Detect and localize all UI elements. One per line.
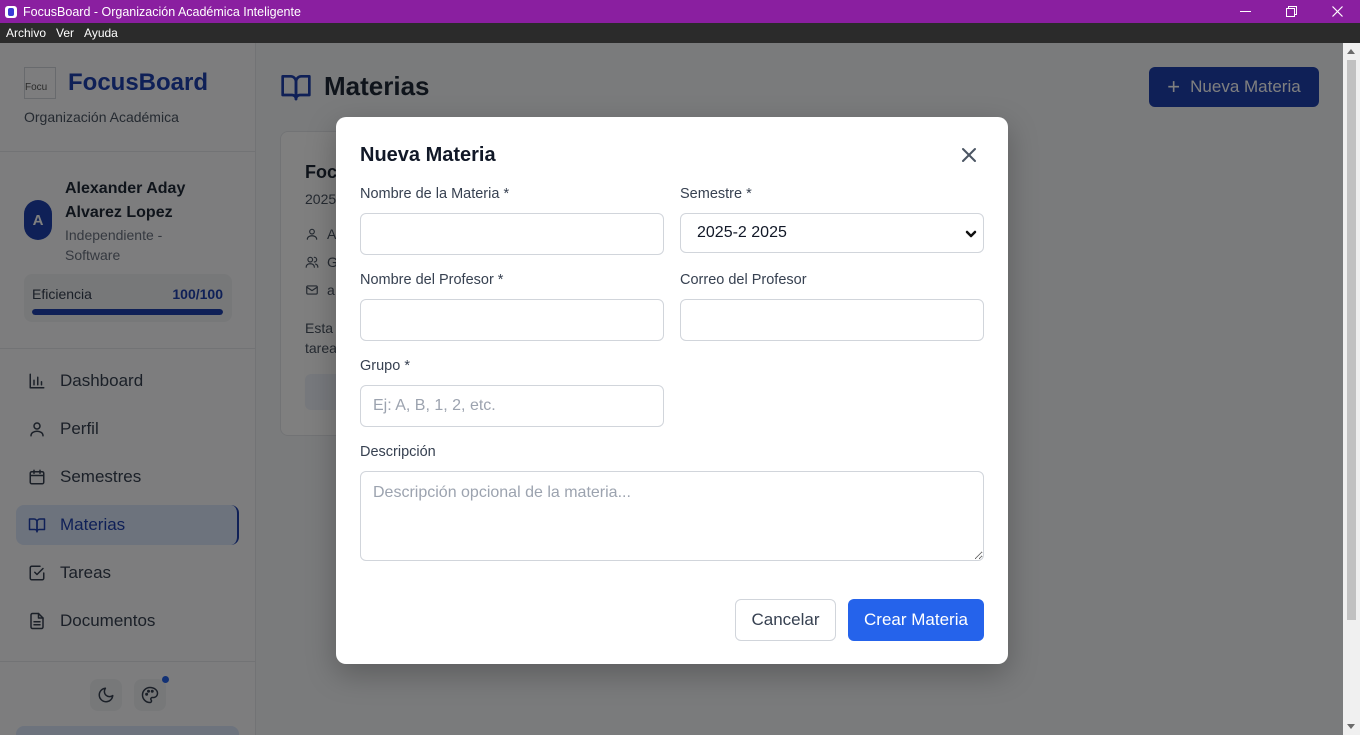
professor-email-label: Correo del Profesor [680, 272, 807, 288]
app-icon [5, 5, 17, 18]
minimize-icon [1239, 11, 1251, 12]
scrollbar-thumb[interactable] [1347, 60, 1356, 620]
scroll-down-arrow-icon[interactable] [1347, 724, 1355, 729]
window-title-bar: FocusBoard - Organización Académica Inte… [0, 0, 1360, 23]
description-textarea[interactable] [360, 471, 984, 561]
new-subject-modal: Nueva Materia Nombre de la Materia * Sem… [336, 117, 1008, 664]
semester-select-value: 2025-2 2025 [697, 224, 787, 241]
close-icon [962, 148, 976, 162]
menu-ver[interactable]: Ver [56, 26, 74, 40]
window-title: FocusBoard - Organización Académica Inte… [23, 4, 301, 19]
close-icon [1331, 6, 1343, 17]
menu-ayuda[interactable]: Ayuda [84, 26, 118, 40]
vertical-scrollbar[interactable] [1343, 43, 1360, 735]
restore-icon [1285, 6, 1297, 17]
minimize-button[interactable] [1222, 0, 1268, 23]
subject-name-input[interactable] [360, 213, 664, 255]
modal-close-button[interactable] [960, 146, 980, 166]
cancel-button[interactable]: Cancelar [735, 599, 836, 641]
professor-name-input[interactable] [360, 299, 664, 341]
create-subject-button[interactable]: Crear Materia [848, 599, 984, 641]
group-label: Grupo * [360, 358, 410, 374]
menu-archivo[interactable]: Archivo [6, 26, 46, 40]
description-label: Descripción [360, 444, 436, 460]
restore-button[interactable] [1268, 0, 1314, 23]
chevron-down-icon [965, 227, 977, 239]
close-window-button[interactable] [1314, 0, 1360, 23]
professor-name-label: Nombre del Profesor * [360, 272, 504, 288]
professor-email-input[interactable] [680, 299, 984, 341]
subject-name-label: Nombre de la Materia * [360, 186, 510, 202]
modal-title: Nueva Materia [360, 144, 496, 166]
semester-select[interactable]: 2025-2 2025 [680, 213, 984, 253]
scroll-up-arrow-icon[interactable] [1347, 49, 1355, 54]
group-input[interactable] [360, 385, 664, 427]
menu-bar: Archivo Ver Ayuda [0, 23, 1360, 43]
semester-label: Semestre * [680, 186, 752, 202]
